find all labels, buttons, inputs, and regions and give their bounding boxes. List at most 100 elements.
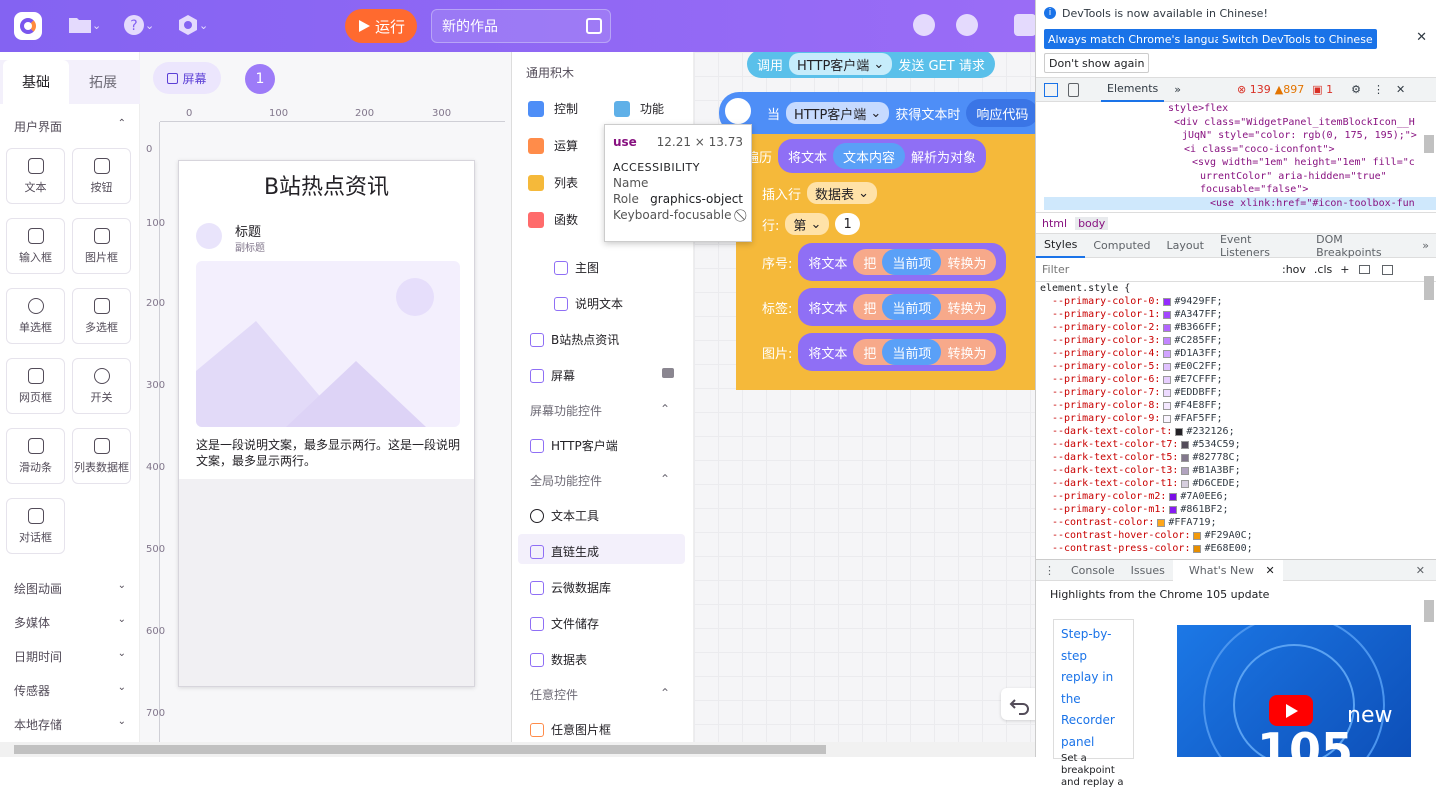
help-menu[interactable]: ? ⌄ [123,12,154,38]
section-media[interactable]: 多媒体 ⌄ [14,614,126,631]
drawer-scrollbar[interactable] [1424,600,1434,622]
chrome-105-promo-video[interactable]: new 105 [1177,625,1411,757]
tab-extension[interactable]: 拓展 [70,60,136,104]
color-swatch-icon[interactable] [1163,414,1172,423]
block-dropdown-datatable[interactable]: 数据表 ⌄ [807,182,878,204]
section-global-controls[interactable]: 全局功能控件 ⌃ [530,472,670,489]
control-datatable[interactable]: 数据表 [530,651,587,668]
widget-webview[interactable]: 网页框 [6,358,65,414]
error-count[interactable]: ⊗ 139 [1237,83,1271,96]
color-swatch-icon[interactable] [1163,388,1172,397]
css-var-row[interactable]: --primary-color-7: #EDDBFF; [1040,386,1422,399]
kebab-menu-icon[interactable]: ⋮ [1373,83,1384,96]
color-swatch-icon[interactable] [1163,323,1172,332]
css-var-row[interactable]: --contrast-press-color: #E68E00; [1040,542,1422,555]
cls-toggle[interactable]: .cls [1314,263,1332,276]
css-var-row[interactable]: --contrast-color: #FFA719; [1040,516,1422,529]
dom-line[interactable]: <svg width="1em" height="1em" fill="c [1044,156,1436,170]
css-var-row[interactable]: --primary-color-m2: #7A0EE6; [1040,490,1422,503]
block-convert[interactable]: 把当前项 转换为 [853,339,997,365]
widget-image[interactable]: 图片框 [72,218,131,274]
close-icon[interactable]: ✕ [1408,564,1433,577]
close-icon[interactable]: ✕ [1396,83,1405,96]
color-swatch-icon[interactable] [1163,362,1172,371]
color-swatch-icon[interactable] [1169,505,1178,514]
color-swatch-icon[interactable] [1181,479,1190,488]
control-any-image[interactable]: 任意图片框 [530,721,611,738]
css-var-row[interactable]: --primary-color-5: #E0C2FF; [1040,360,1422,373]
hov-toggle[interactable]: :hov [1282,263,1306,276]
block-row[interactable]: 行: 第 ⌄ 1 [762,210,860,238]
tab-layout[interactable]: Layout [1159,239,1212,252]
section-drawing[interactable]: 绘图动画 ⌄ [14,580,126,597]
drawer-menu-icon[interactable]: ⋮ [1036,564,1063,577]
save-icon[interactable] [1014,14,1035,36]
css-var-row[interactable]: --dark-text-color-t: #232126; [1040,425,1422,438]
color-swatch-icon[interactable] [1193,544,1202,553]
scrollbar-thumb[interactable] [14,745,826,754]
control-http-client[interactable]: HTTP客户端 [530,437,618,454]
issue-count[interactable]: ▣ 1 [1312,83,1333,96]
category-function[interactable]: 功能 [614,100,664,117]
dom-line[interactable]: style>flex [1044,102,1436,116]
dom-line[interactable]: <use xlink:href="#icon-toolbox-fun [1044,196,1436,210]
tab-console[interactable]: Console [1063,564,1123,577]
css-var-row[interactable]: --dark-text-color-t1: #D6CEDE; [1040,477,1422,490]
app-logo-icon[interactable] [14,12,42,40]
news-card[interactable]: 标题 副标题 这是一段说明文案，最多显示两行。这是一段说明文案，最多显示两行。 [179,209,474,479]
close-icon[interactable]: ✕ [1416,30,1427,45]
feature-title[interactable]: Step-by-step replay in the Recorder pane… [1061,624,1126,753]
css-var-row[interactable]: --primary-color-1: #A347FF; [1040,308,1422,321]
section-screen-controls[interactable]: 屏幕功能控件 ⌃ [530,402,670,419]
color-swatch-icon[interactable] [1169,492,1178,501]
run-button[interactable]: 运行 [345,9,417,43]
dom-line[interactable]: jUqN" style="color: rgb(0, 175, 195);"> [1044,129,1436,143]
control-file-storage[interactable]: 文件储存 [530,615,599,632]
section-any-controls[interactable]: 任意控件 ⌃ [530,686,670,703]
color-swatch-icon[interactable] [1193,531,1202,540]
color-swatch-icon[interactable] [1157,518,1166,527]
css-rule-list[interactable]: element.style { --primary-color-0: #9429F… [1036,282,1422,557]
control-text-tool[interactable]: 文本工具 [530,507,599,524]
dom-line[interactable]: <div class="WidgetPanel_itemBlockIcon__H [1044,116,1436,130]
sidebar-toggle-icon[interactable] [1382,264,1394,275]
dom-line[interactable]: focusable="false"> [1044,183,1436,197]
block-traverse[interactable]: 遍历 将文本 文本内容 解析为对象 [736,134,1035,178]
block-dropdown-http[interactable]: HTTP客户端 ⌄ [786,102,890,124]
block-event-on-text[interactable]: 当 HTTP客户端 ⌄ 获得文本时 响应代码 [719,92,1035,134]
category-procedure[interactable]: 函数 [528,211,578,228]
dom-line[interactable]: urrentColor" aria-hidden="true" [1044,170,1436,184]
tree-item-desc-text[interactable]: 说明文本 [554,295,623,312]
layers-icon[interactable] [662,368,674,378]
category-list[interactable]: 列表 [528,174,578,191]
phone-title[interactable]: B站热点资讯 [179,161,474,209]
css-var-row[interactable]: --primary-color-m1: #861BF2; [1040,503,1422,516]
css-var-row[interactable]: --primary-color-3: #C285FF; [1040,334,1422,347]
more-tabs-icon[interactable]: » [1414,239,1436,252]
settings-menu[interactable]: ⌄ [177,12,208,38]
block-to-text[interactable]: 将文本把当前项 转换为 [798,288,1007,326]
css-var-row[interactable]: --primary-color-4: #D1A3FF; [1040,347,1422,360]
param-response-code[interactable]: 响应代码 [966,99,1035,127]
tab-event-listeners[interactable]: Event Listeners [1212,233,1308,259]
widget-radio[interactable]: 单选框 [6,288,65,344]
tab-basic[interactable]: 基础 [3,60,69,104]
switch-language-button[interactable]: Switch DevTools to Chinese [1218,29,1377,49]
section-storage[interactable]: 本地存储 ⌄ [14,716,126,733]
row-number-input[interactable]: 1 [835,213,860,235]
block-call-http[interactable]: 调用 HTTP客户端 ⌄ 发送 GET 请求 [747,52,995,78]
plus-icon[interactable]: + [1340,263,1349,276]
color-swatch-icon[interactable] [1175,427,1184,436]
edit-icon[interactable] [586,18,602,34]
styles-filter-input[interactable] [1042,263,1272,276]
widget-dialog[interactable]: 对话框 [6,498,65,554]
page-number-button[interactable]: 1 [245,64,275,94]
tab-whats-new[interactable]: What's New ✕ [1172,559,1283,581]
block-index-field[interactable]: 序号: 将文本把当前项 转换为 [762,243,1007,281]
color-swatch-icon[interactable] [1163,310,1172,319]
color-swatch-icon[interactable] [1163,349,1172,358]
project-title-input[interactable]: 新的作品 [431,9,611,43]
control-cloud-db[interactable]: 云微数据库 [530,579,611,596]
section-user-interface[interactable]: 用户界面 ⌃ [14,118,126,135]
css-var-row[interactable]: --primary-color-6: #E7CFFF; [1040,373,1422,386]
